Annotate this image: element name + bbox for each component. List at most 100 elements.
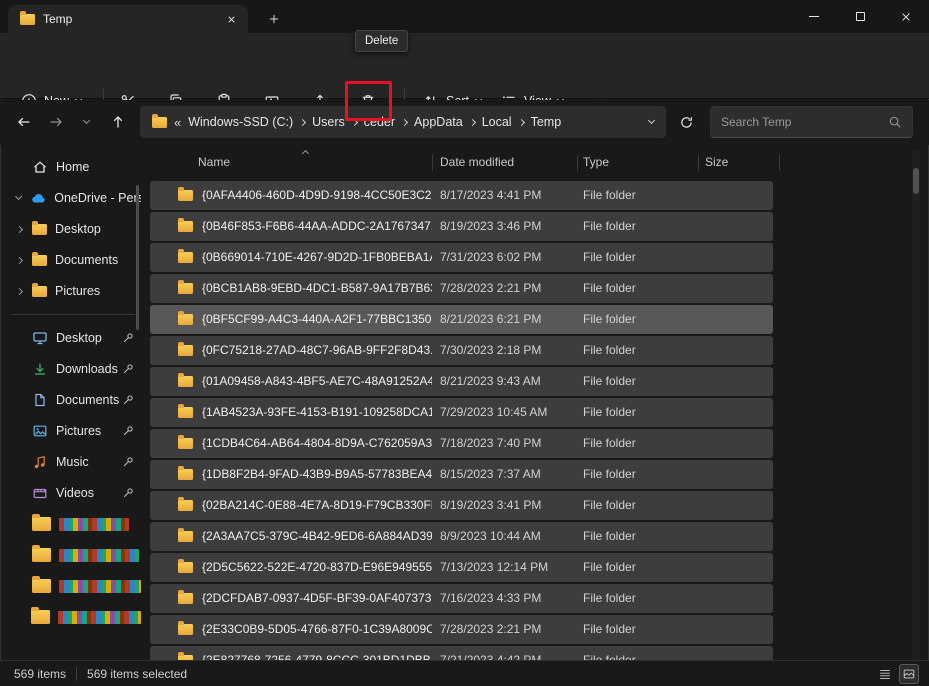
chevron-right-icon[interactable] [351,118,358,125]
table-row[interactable]: {02BA214C-0E88-4E7A-8D19-F79CB330FB...8/… [150,491,773,520]
file-name: {0BCB1AB8-9EBD-4DC1-B587-9A17B7B63... [202,281,432,295]
refresh-button[interactable] [670,106,702,138]
sidebar-item-videos[interactable]: Videos [4,478,141,508]
sidebar-item-pictures-pinned[interactable]: Pictures [4,416,141,446]
sidebar-scrollbar[interactable] [136,185,139,330]
details-view-button[interactable] [875,664,895,684]
file-type: File folder [583,250,698,264]
date-modified: 7/28/2023 2:21 PM [440,281,580,295]
table-row[interactable]: {0FC75218-27AD-48C7-96AB-9FF2F8D43...7/3… [150,336,773,365]
breadcrumb-local[interactable]: Local [482,115,512,129]
search-input[interactable] [721,115,880,129]
table-row[interactable]: {0B46F853-F6B6-44AA-ADDC-2A1767347...8/1… [150,212,773,241]
column-divider[interactable] [779,155,780,171]
table-row[interactable]: {1DB8F2B4-9FAD-43B9-B9A5-57783BEA4...8/1… [150,460,773,489]
folder-icon [32,579,51,593]
column-header-name[interactable]: Name [198,155,230,169]
date-modified: 8/9/2023 10:44 AM [440,529,580,543]
sidebar-label: Documents [56,393,119,407]
table-row[interactable]: {0B669014-710E-4267-9D2D-1FB0BEBA1A...7/… [150,243,773,272]
chevron-right-icon[interactable] [518,118,525,125]
table-row[interactable]: {2A3AA7C5-379C-4B42-9ED6-6A884AD39...8/9… [150,522,773,551]
tab-temp[interactable]: Temp [8,5,248,33]
breadcrumb-appdata[interactable]: AppData [414,115,463,129]
back-arrow-icon [16,114,32,130]
sidebar-item-music[interactable]: Music [4,447,141,477]
table-row[interactable]: {2E33C0B9-5D05-4766-87F0-1C39A8009C...7/… [150,615,773,644]
folder-icon [32,286,47,297]
column-header-date[interactable]: Date modified [440,155,514,169]
scrollbar-track[interactable] [912,150,920,660]
recent-locations-button[interactable] [74,106,98,138]
date-modified: 7/18/2023 7:40 PM [440,436,580,450]
file-name: {2D5C5622-522E-4720-837D-E96E949555... [202,560,432,574]
file-name: {1AB4523A-93FE-4153-B191-109258DCA1... [202,405,432,419]
up-button[interactable] [102,106,134,138]
table-row[interactable]: {0AFA4406-460D-4D9D-9198-4CC50E3C2...8/1… [150,181,773,210]
sidebar-label: Music [56,455,89,469]
sidebar-item-documents-tree[interactable]: Documents [4,245,141,275]
search-box[interactable] [710,106,913,138]
table-row-focused[interactable]: {0BF5CF99-A4C3-440A-A2F1-77BBC1350...8/2… [150,305,773,334]
table-row[interactable]: {2D5C5622-522E-4720-837D-E96E949555...7/… [150,553,773,582]
back-button[interactable] [8,106,40,138]
column-divider[interactable] [432,155,433,171]
table-row[interactable]: {2DCFDAB7-0937-4D5F-BF39-0AF407373...7/1… [150,584,773,613]
date-modified: 8/19/2023 3:46 PM [440,219,580,233]
file-type: File folder [583,529,698,543]
chevron-right-icon[interactable] [469,118,476,125]
table-row[interactable]: {01A09458-A843-4BF5-AE7C-48A91252A4...8/… [150,367,773,396]
sidebar-item-redacted[interactable] [4,540,141,570]
breadcrumb-users[interactable]: Users [312,115,345,129]
sidebar-item-redacted[interactable] [4,571,141,601]
items-count: 569 items [14,667,66,681]
scrollbar-thumb[interactable] [913,168,919,194]
close-button[interactable] [883,0,929,33]
new-tab-button[interactable] [262,8,286,30]
sidebar-item-onedrive[interactable]: OneDrive - Perso [4,183,141,213]
column-divider[interactable] [698,155,699,171]
forward-button[interactable] [40,106,72,138]
file-type: File folder [583,498,698,512]
address-dropdown-icon[interactable] [648,117,655,124]
sidebar-item-desktop-tree[interactable]: Desktop [4,214,141,244]
sidebar-label: Home [56,160,89,174]
minimize-button[interactable] [791,0,837,33]
chevron-right-icon[interactable] [299,118,306,125]
folder-icon [20,14,35,25]
sidebar-item-desktop-pinned[interactable]: Desktop [4,323,141,353]
sidebar-item-home[interactable]: Home [4,152,141,182]
pin-icon [121,362,135,376]
date-modified: 7/28/2023 2:21 PM [440,622,580,636]
sidebar-item-documents-pinned[interactable]: Documents [4,385,141,415]
breadcrumb-user[interactable]: ceder [364,115,395,129]
pin-icon [121,424,135,438]
maximize-button[interactable] [837,0,883,33]
sidebar-item-redacted[interactable] [4,602,141,632]
sidebar-item-pictures-tree[interactable]: Pictures [4,276,141,306]
list-header: Name Date modified Type Size [145,148,913,178]
column-header-type[interactable]: Type [583,155,609,169]
chevron-right-icon[interactable] [401,118,408,125]
chevron-down-icon [15,193,22,200]
breadcrumb-overflow[interactable]: « [174,115,181,130]
address-bar[interactable]: « Windows-SSD (C:) Users ceder AppData L… [140,106,666,138]
date-modified: 8/21/2023 6:21 PM [440,312,580,326]
sidebar-item-redacted[interactable] [4,509,141,539]
table-row[interactable]: {2E827768-7256-4779-8CCC-301BD1DBB4...7/… [150,646,773,660]
sidebar-item-downloads[interactable]: Downloads [4,354,141,384]
table-row[interactable]: {1CDB4C64-AB64-4804-8D9A-C762059A3...7/1… [150,429,773,458]
table-row[interactable]: {1AB4523A-93FE-4153-B191-109258DCA1...7/… [150,398,773,427]
thumbnail-view-button[interactable] [899,664,919,684]
folder-icon [178,190,193,201]
breadcrumb-drive[interactable]: Windows-SSD (C:) [188,115,293,129]
column-header-size[interactable]: Size [705,155,728,169]
column-divider[interactable] [577,155,578,171]
tab-close-icon[interactable] [222,10,240,28]
items-selected: 569 items selected [87,667,187,681]
home-icon [32,159,48,175]
folder-icon [152,117,167,128]
table-row[interactable]: {0BCB1AB8-9EBD-4DC1-B587-9A17B7B63... 7/2… [150,274,773,303]
file-name: {2DCFDAB7-0937-4D5F-BF39-0AF407373... [202,591,432,605]
breadcrumb-temp[interactable]: Temp [531,115,562,129]
